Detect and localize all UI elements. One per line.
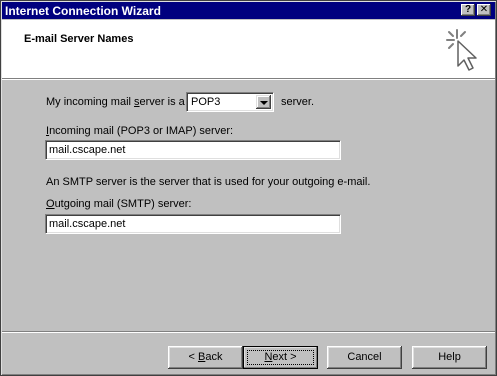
- incoming-server-type-dropdown[interactable]: POP3: [186, 92, 274, 112]
- back-button[interactable]: < Back: [168, 346, 243, 369]
- close-title-button[interactable]: ✕: [477, 4, 491, 16]
- incoming-server-label: Incoming mail (POP3 or IMAP) server:: [46, 125, 234, 137]
- wizard-cursor-icon: [446, 29, 477, 71]
- incoming-server-input[interactable]: mail.cscape.net: [45, 140, 341, 160]
- page-title: E-mail Server Names: [24, 33, 134, 45]
- cancel-button[interactable]: Cancel: [327, 346, 402, 369]
- server-suffix-label: server.: [281, 96, 315, 108]
- wizard-window: Internet Connection Wizard ? ✕ E-mail Se…: [0, 0, 497, 376]
- title-bar[interactable]: Internet Connection Wizard ? ✕: [2, 2, 495, 19]
- help-button[interactable]: Help: [412, 346, 487, 369]
- incoming-server-type-value: POP3: [191, 96, 221, 108]
- wizard-header: E-mail Server Names: [2, 20, 495, 80]
- smtp-info-text: An SMTP server is the server that is use…: [46, 176, 371, 188]
- button-divider: [2, 331, 495, 333]
- next-button[interactable]: Next >: [243, 346, 318, 369]
- help-title-button[interactable]: ?: [461, 4, 475, 16]
- outgoing-server-input[interactable]: mail.cscape.net: [45, 214, 341, 234]
- window-title: Internet Connection Wizard: [5, 4, 161, 18]
- incoming-type-label: My incoming mail server is a: [46, 96, 185, 108]
- outgoing-server-label: Outgoing mail (SMTP) server:: [46, 198, 192, 210]
- chevron-down-icon[interactable]: [256, 95, 271, 109]
